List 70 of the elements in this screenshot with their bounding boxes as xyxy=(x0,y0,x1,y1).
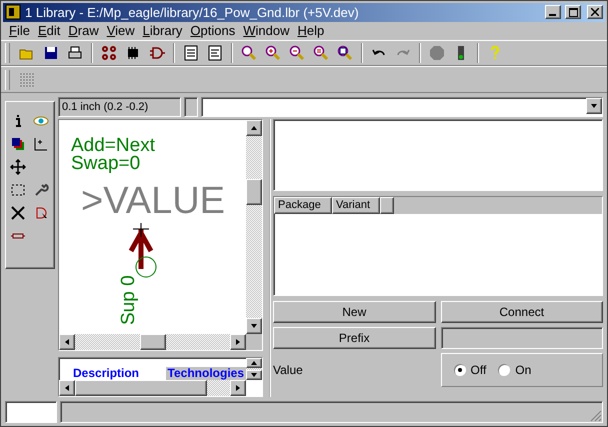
column-header[interactable] xyxy=(380,196,394,214)
right-arrow-icon xyxy=(234,338,242,346)
menu-item[interactable]: File xyxy=(5,23,34,38)
program-document-icon xyxy=(207,45,223,62)
scroll-thumb[interactable] xyxy=(75,380,207,396)
move-arrows-icon xyxy=(10,158,26,175)
maximize-button[interactable] xyxy=(565,5,581,20)
layers-icon xyxy=(10,136,26,152)
horizontal-scrollbar[interactable] xyxy=(59,380,246,396)
zoom-in-icon xyxy=(265,45,281,62)
dropdown-button[interactable] xyxy=(586,98,602,114)
delete-cross-icon xyxy=(10,204,26,221)
menu-item[interactable]: Help xyxy=(294,23,328,38)
gate-icon xyxy=(149,45,165,62)
mark-grid-icon xyxy=(33,136,49,152)
menu-item[interactable]: Edit xyxy=(34,23,64,38)
printer-icon xyxy=(67,45,83,62)
menu-item[interactable]: Library xyxy=(138,23,186,38)
left-arrow-icon xyxy=(63,338,71,346)
horizontal-scrollbar[interactable] xyxy=(59,334,246,350)
value-text: >VALUE xyxy=(81,182,225,220)
up-arrow-icon xyxy=(250,124,258,132)
prefix-field[interactable] xyxy=(440,326,603,349)
right-arrow-icon xyxy=(234,384,242,392)
info-tab[interactable]: Technologies xyxy=(166,366,246,380)
menu-item[interactable]: View xyxy=(102,23,139,38)
close-button[interactable] xyxy=(587,5,603,20)
new-button[interactable]: New xyxy=(273,300,436,323)
attribute-text: Add=Next xyxy=(71,136,155,155)
zoom-out-icon xyxy=(289,45,305,62)
left-arrow-icon xyxy=(63,384,71,392)
menu-item[interactable]: Draw xyxy=(64,23,103,38)
down-arrow-icon xyxy=(250,322,258,330)
menu-item[interactable]: Window xyxy=(239,23,294,38)
down-arrow-icon xyxy=(250,370,258,379)
maximize-icon xyxy=(568,8,578,17)
radio-option[interactable]: On xyxy=(498,362,532,377)
status-field xyxy=(5,400,57,423)
stop-sign-icon xyxy=(429,45,445,62)
column-header[interactable]: Package xyxy=(274,196,332,214)
connect-button[interactable]: Connect xyxy=(440,300,603,323)
minimize-button[interactable] xyxy=(545,5,561,20)
zoom-select-icon xyxy=(337,45,353,62)
symbol-icon xyxy=(101,45,117,62)
vertical-scrollbar[interactable] xyxy=(246,358,262,380)
close-icon xyxy=(591,8,599,16)
menu-item[interactable]: Options xyxy=(186,23,240,38)
prefix-button[interactable]: Prefix xyxy=(273,326,436,349)
attribute-text: Swap=0 xyxy=(71,154,140,173)
radio-option[interactable]: Off xyxy=(454,362,486,377)
dashed-rectangle-icon xyxy=(10,182,26,198)
coordinate-display: 0.1 inch (0.2 -0.2) xyxy=(58,96,181,117)
scroll-thumb[interactable] xyxy=(140,334,166,350)
down-arrow-icon xyxy=(590,102,598,110)
vertical-scrollbar[interactable] xyxy=(246,120,262,334)
command-field[interactable] xyxy=(201,96,603,117)
value-label: Value xyxy=(273,362,304,377)
window-title: 1 Library - E:/Mp_eagle/library/16_Pow_Gnd.lbr (+5V.dev) xyxy=(25,4,360,20)
zoom-fit-icon xyxy=(241,45,257,62)
info-tab[interactable]: Description xyxy=(71,366,142,380)
zoom-redraw-icon xyxy=(313,45,329,62)
scroll-thumb[interactable] xyxy=(246,178,262,205)
up-arrow-icon xyxy=(250,358,258,367)
app-icon[interactable] xyxy=(5,4,21,20)
column-header[interactable]: Variant xyxy=(332,196,380,214)
wrench-icon xyxy=(33,182,49,198)
chip-icon xyxy=(125,45,141,62)
pin-name: Sup 0 xyxy=(119,275,138,325)
status-box xyxy=(184,96,198,117)
script-document-icon xyxy=(183,45,199,62)
